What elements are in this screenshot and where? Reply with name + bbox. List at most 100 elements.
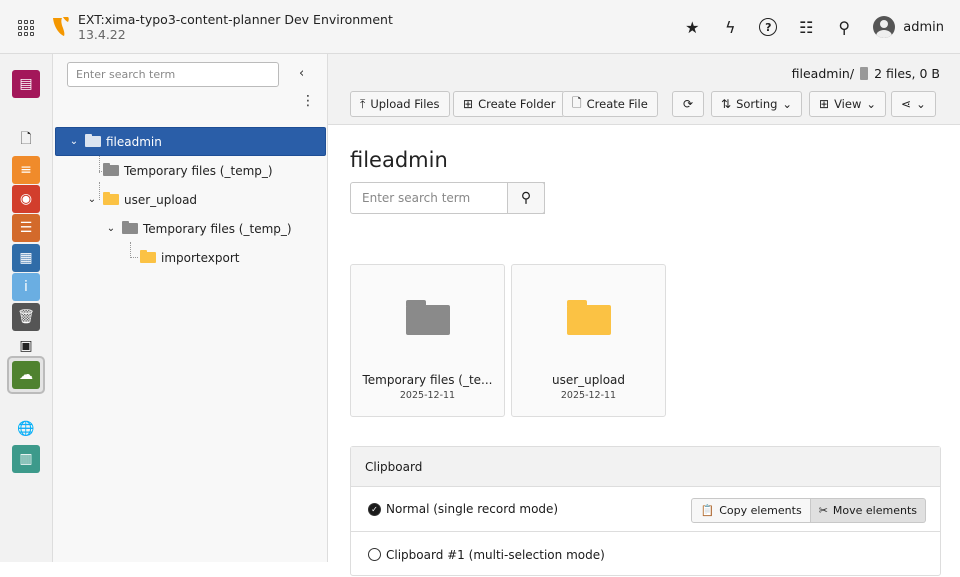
button-label: Move elements <box>832 504 917 517</box>
chevron-down-icon: ⌄ <box>866 97 876 111</box>
folder-icon <box>406 300 450 335</box>
collapse-tree-icon[interactable]: ‹ <box>299 66 304 81</box>
folder-date: 2025-12-11 <box>560 390 617 401</box>
typo3-logo[interactable] <box>50 15 70 39</box>
button-label: Copy elements <box>719 504 802 517</box>
clipboard-normal-row[interactable]: ✓ Normal (single record mode) 📋 Copy elem… <box>351 487 940 532</box>
sites-icon[interactable]: 🌐 <box>12 415 40 443</box>
clipboard-icon: 📋 <box>700 504 715 517</box>
version: 13.4.22 <box>78 26 126 42</box>
active-module-frame[interactable]: ☁ <box>7 356 45 394</box>
node-label: fileadmin <box>106 134 162 149</box>
radio-label: Normal (single record mode) <box>386 502 559 516</box>
radio-icon[interactable] <box>368 548 381 561</box>
copy-elements-button[interactable]: 📋 Copy elements <box>691 498 811 523</box>
folder-icon <box>567 300 611 335</box>
create-file-button[interactable]: 🗋 Create File <box>562 91 658 117</box>
upload-icon: ⤒ <box>360 96 366 111</box>
upload-files-button[interactable]: ⤒ Upload Files <box>350 91 450 117</box>
storage-icon <box>85 134 101 147</box>
module-menu: ▤ 🗋 ≡ ◉ ☰ ▦ i 🗑 ▣ ☁ 🌐 ▥ <box>0 54 53 562</box>
file-summary: 2 files, 0 B <box>874 66 940 81</box>
app-grid-icon[interactable] <box>18 19 34 36</box>
scissors-icon: ✂ <box>818 504 828 517</box>
star-icon[interactable]: ★ <box>683 18 701 37</box>
refresh-button[interactable]: ⟳ <box>672 91 704 117</box>
chevron-down-icon: ⌄ <box>782 97 793 111</box>
user-name[interactable]: admin <box>903 20 944 35</box>
view-dropdown[interactable]: ⊞ View ⌄ <box>809 91 886 117</box>
topbar: EXT:xima-typo3-content-planner Dev Envir… <box>0 0 960 54</box>
clipboard-panel: Clipboard ✓ Normal (single record mode) … <box>350 446 941 576</box>
list-icon[interactable]: ☷ <box>797 18 815 37</box>
page-icon[interactable]: 🗋 <box>12 126 40 154</box>
move-elements-button[interactable]: ✂ Move elements <box>810 498 926 523</box>
chevron-down-icon[interactable]: ⌄ <box>86 194 98 205</box>
folder-name: Temporary files (_te... <box>362 373 493 387</box>
filelist-module[interactable]: ☁ <box>12 361 40 389</box>
info-module[interactable]: i <box>12 273 40 301</box>
page-module[interactable]: ▤ <box>12 70 40 98</box>
tree-node-temp-2[interactable]: ⌄ Temporary files (_temp_) <box>105 214 292 243</box>
folder-date: 2025-12-11 <box>399 390 456 401</box>
button-label: View <box>834 97 862 111</box>
tree-node-fileadmin[interactable]: ⌄ fileadmin <box>55 127 326 156</box>
button-label: Upload Files <box>370 97 440 111</box>
site-name: EXT:xima-typo3-content-planner Dev Envir… <box>78 11 393 27</box>
folder-tree-panel: Enter search term ‹ ⋮ ⌄ fileadmin Tempor… <box>53 54 328 562</box>
folder-name: user_upload <box>551 373 626 387</box>
button-label: Sorting <box>736 97 778 111</box>
radio-label: Clipboard #1 (multi-selection mode) <box>386 547 605 562</box>
share-dropdown[interactable]: ⋖ ⌄ <box>891 91 936 117</box>
grid-view-icon: ⊞ <box>819 97 830 111</box>
search-button[interactable]: ⚲ <box>507 182 545 214</box>
template-module[interactable]: ▥ <box>12 445 40 473</box>
share-icon: ⋖ <box>901 97 912 111</box>
tree-node-temp[interactable]: Temporary files (_temp_) <box>98 156 273 185</box>
path-info: fileadmin/ 2 files, 0 B <box>792 66 940 81</box>
clipboard-multi-row[interactable]: Clipboard #1 (multi-selection mode) <box>351 532 940 577</box>
chevron-down-icon: ⌄ <box>916 97 926 111</box>
docheader: fileadmin/ 2 files, 0 B ⤒ Upload Files ⊞ C… <box>328 54 960 125</box>
sorting-dropdown[interactable]: ⇅ Sorting ⌄ <box>711 91 803 117</box>
folder-icon <box>103 163 119 176</box>
tree-menu-icon[interactable]: ⋮ <box>301 94 315 108</box>
create-folder-button[interactable]: ⊞ Create Folder <box>453 91 566 117</box>
folder-card[interactable]: user_upload 2025-12-11 <box>511 264 666 417</box>
node-label: Temporary files (_temp_) <box>143 221 292 236</box>
path-label: fileadmin/ <box>791 66 855 81</box>
button-label: Create File <box>586 97 648 111</box>
tree-node-importexport[interactable]: importexport <box>135 243 240 272</box>
recycler-module[interactable]: 🗑 <box>12 303 40 331</box>
storage-icon <box>860 67 869 80</box>
forms-module[interactable]: ▦ <box>12 244 40 272</box>
search-icon[interactable]: ⚲ <box>835 18 853 37</box>
sort-icon: ⇅ <box>721 97 732 111</box>
check-radio-icon[interactable]: ✓ <box>368 502 381 516</box>
chevron-down-icon[interactable]: ⌄ <box>105 223 117 234</box>
bolt-icon[interactable]: ϟ <box>721 18 739 37</box>
page-title: fileadmin <box>350 148 448 172</box>
tree-search-input[interactable]: Enter search term <box>67 62 279 87</box>
help-icon[interactable]: ? <box>759 18 778 36</box>
node-label: importexport <box>161 250 240 265</box>
refresh-icon: ⟳ <box>682 97 694 111</box>
node-label: Temporary files (_temp_) <box>124 163 273 178</box>
list-module[interactable]: ≡ <box>12 156 40 184</box>
view-module[interactable]: ◉ <box>12 185 40 213</box>
tree-node-user-upload[interactable]: ⌄ user_upload <box>86 185 197 214</box>
file-list: fileadmin/ 2 files, 0 B ⤒ Upload Files ⊞ C… <box>328 54 960 576</box>
folder-icon <box>122 221 138 234</box>
avatar[interactable] <box>873 16 896 38</box>
search-icon: ⚲ <box>520 190 532 206</box>
file-add-icon: 🗋 <box>572 95 582 110</box>
records-module[interactable]: ☰ <box>12 214 40 242</box>
folder-card[interactable]: Temporary files (_te... 2025-12-11 <box>350 264 505 417</box>
chevron-down-icon[interactable]: ⌄ <box>68 136 80 147</box>
node-label: user_upload <box>124 192 198 207</box>
folder-add-icon: ⊞ <box>463 97 474 111</box>
site-title: EXT:xima-typo3-content-planner Dev Envir… <box>78 12 393 42</box>
folder-icon <box>103 192 119 205</box>
clipboard-title: Clipboard <box>351 447 940 487</box>
folder-icon <box>140 250 156 263</box>
